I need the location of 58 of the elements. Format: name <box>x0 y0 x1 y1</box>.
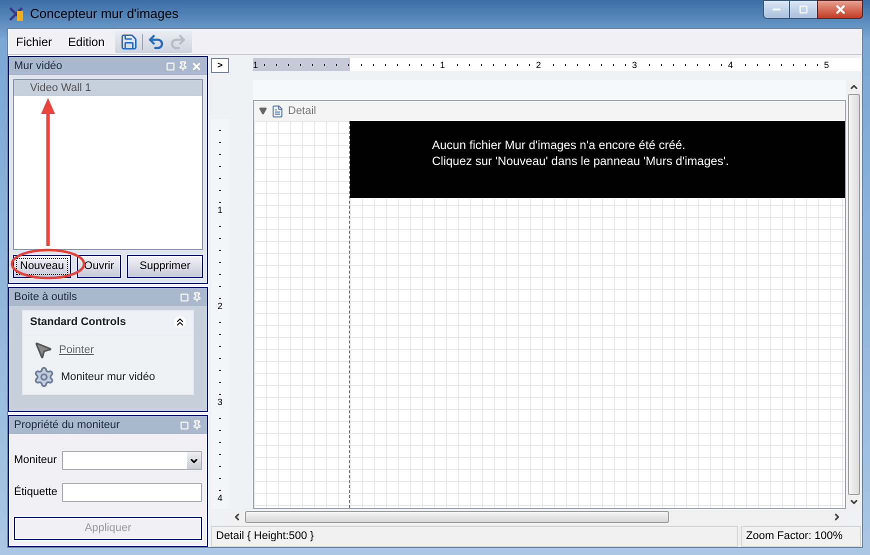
panel-button[interactable]: Supprimer <box>127 255 203 278</box>
pin-icon[interactable] <box>192 420 202 430</box>
label-field[interactable] <box>62 483 202 502</box>
maximize-icon[interactable] <box>180 420 189 430</box>
vertical-scrollbar[interactable] <box>846 80 861 509</box>
panel-title: Boite à outils <box>14 290 77 305</box>
panel-button[interactable]: Ouvrir <box>77 255 121 278</box>
message-text: Cliquez sur 'Nouveau' dans le panneau 'Murs d'images'. <box>432 153 730 169</box>
ruler-label: 1 <box>253 60 258 70</box>
group-title[interactable]: Standard Controls <box>30 314 126 330</box>
close-icon[interactable] <box>191 60 202 72</box>
close-button[interactable] <box>817 0 863 19</box>
collapse-icon[interactable] <box>174 316 186 328</box>
message-text: Aucun fichier Mur d'images n'a encore été créé. <box>432 137 686 153</box>
window-title: Concepteur mur d'images <box>30 5 178 24</box>
scroll-down-icon[interactable] <box>848 497 858 507</box>
band-header[interactable]: Detail <box>254 101 845 121</box>
menu-item[interactable]: Edition <box>60 32 113 50</box>
toggle-button[interactable]: > <box>211 58 229 73</box>
ruler-label: 1 <box>438 60 446 70</box>
save-icon[interactable] <box>120 32 138 50</box>
band-title: Detail <box>288 104 316 119</box>
ruler-label: 3 <box>630 60 638 70</box>
panel-title: Mur vidéo <box>14 58 62 74</box>
undo-icon[interactable] <box>146 32 165 50</box>
band-icon <box>271 104 284 118</box>
ruler-label: 4 <box>726 60 734 70</box>
ruler-label: 1 <box>217 205 222 215</box>
toolbox-item[interactable]: Moniteur mur vidéo <box>61 368 156 386</box>
field-label: Étiquette <box>14 484 58 500</box>
pointer-icon <box>33 340 53 360</box>
maximize-button[interactable] <box>790 0 817 19</box>
scroll-thumb[interactable] <box>848 94 860 495</box>
scroll-up-icon[interactable] <box>848 82 858 92</box>
wall-list-item[interactable]: Video Wall 1 <box>14 80 202 96</box>
gear-icon <box>33 366 55 388</box>
maximize-icon[interactable] <box>166 62 175 70</box>
maximize-icon[interactable] <box>180 292 189 302</box>
field-label: Moniteur <box>14 453 58 468</box>
toolbox-item[interactable]: Pointer <box>59 342 94 358</box>
ruler-label: 5 <box>822 60 830 70</box>
minimize-button[interactable] <box>763 0 790 19</box>
close-icon[interactable] <box>834 3 846 16</box>
ruler-label: 2 <box>217 301 222 311</box>
app-icon <box>8 6 24 22</box>
scroll-thumb[interactable] <box>245 510 669 522</box>
ruler-label: 3 <box>217 397 222 407</box>
status-text: Zoom Factor: 100% <box>741 526 861 547</box>
menu-item[interactable]: Fichier <box>8 32 60 50</box>
scroll-right-icon[interactable] <box>832 512 842 522</box>
pin-icon[interactable] <box>178 61 188 71</box>
ruler-label: 2 <box>534 60 542 70</box>
status-text: Detail { Height:500 } <box>211 526 738 547</box>
ruler-label: 4 <box>217 493 222 503</box>
panel-title: Propriété du moniteur <box>14 418 120 433</box>
scroll-left-icon[interactable] <box>232 512 242 522</box>
horizontal-scrollbar[interactable] <box>229 509 845 524</box>
pin-icon[interactable] <box>192 292 202 302</box>
